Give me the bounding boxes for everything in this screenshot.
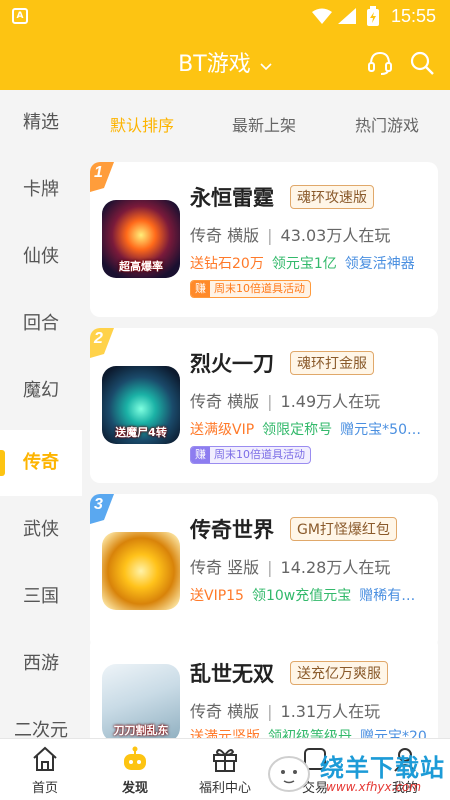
- sidebar-item-label: 魔幻: [23, 380, 59, 401]
- sidebar-item-label: 传奇: [23, 452, 59, 473]
- clock: 15:55: [390, 6, 436, 26]
- watermark-title: 绕羊下载站: [320, 754, 445, 782]
- sidebar-item-label: 西游: [23, 653, 59, 674]
- sidebar-item-label: 二次元: [14, 720, 68, 738]
- sidebar-item-label: 精选: [23, 112, 59, 133]
- game-name: 乱世无双: [190, 662, 274, 686]
- home-icon: [33, 746, 57, 771]
- search-icon[interactable]: [409, 50, 435, 76]
- game-thumbnail: 超高爆率: [102, 200, 180, 278]
- game-name: 永恒雷霆: [190, 186, 274, 210]
- game-card[interactable]: 2 送魔尸4转 烈火一刀 魂环打金服 传奇 横版 | 1.49万人在玩 送满级VIP…: [90, 328, 438, 483]
- game-thumbnail: [102, 532, 180, 610]
- game-info: 传奇 横版 | 43.03万人在玩: [190, 226, 391, 245]
- nav-welfare-center[interactable]: 福利中心: [180, 739, 270, 800]
- event-tag: 赚周末10倍道具活动: [190, 280, 311, 298]
- game-info: 传奇 横版 | 1.31万人在玩: [190, 702, 381, 721]
- status-bar: A 15:55: [0, 0, 450, 32]
- sidebar-item-label: 仙侠: [23, 246, 59, 267]
- sidebar-item-xiyou[interactable]: 西游: [0, 631, 82, 697]
- gift-icon: [213, 749, 237, 772]
- sidebar-item-kapai[interactable]: 卡牌: [0, 157, 82, 223]
- version-badge: 魂环打金服: [290, 351, 374, 375]
- active-indicator: [0, 450, 5, 476]
- perk-list: 送钻石20万 领元宝1亿 领复活神器: [190, 256, 415, 272]
- sidebar-item-mohuan[interactable]: 魔幻: [0, 358, 82, 424]
- nav-discover[interactable]: 发现: [90, 739, 180, 800]
- sidebar-item-label: 回合: [23, 313, 59, 334]
- event-tag: 赚周末10倍道具活动: [190, 446, 311, 464]
- discover-icon: [124, 746, 146, 770]
- nav-home[interactable]: 首页: [0, 739, 90, 800]
- perk-list: 送VIP15 领10w充值元宝 赠稀有…: [190, 588, 416, 604]
- tab-newest[interactable]: 最新上架: [232, 112, 296, 136]
- game-name: 传奇世界: [190, 518, 274, 542]
- watermark: 绕羊下载站 www.xfhyx.com: [262, 744, 450, 800]
- watermark-url: www.xfhyx.com: [326, 780, 422, 794]
- sidebar-item-wuxia[interactable]: 武侠: [0, 497, 82, 563]
- customer-service-icon[interactable]: [367, 50, 393, 76]
- battery-icon: [367, 6, 379, 26]
- sidebar-item-huihe[interactable]: 回合: [0, 291, 82, 357]
- sheep-logo-icon: [268, 756, 310, 792]
- game-card[interactable]: 1 超高爆率 永恒雷霆 魂环攻速版 传奇 横版 | 43.03万人在玩 送钻石20万…: [90, 162, 438, 317]
- wifi-icon: [312, 8, 332, 24]
- category-sidebar: 精选 卡牌 仙侠 回合 魔幻 传奇 武侠 三国 西游 二次元: [0, 90, 82, 738]
- tab-default-sort[interactable]: 默认排序: [110, 112, 174, 136]
- version-badge: 送充亿万爽服: [290, 661, 388, 685]
- sidebar-item-label: 卡牌: [23, 179, 59, 200]
- game-name: 烈火一刀: [190, 352, 274, 376]
- chevron-down-icon: [260, 62, 272, 70]
- rank-badge: 3: [90, 494, 120, 524]
- signal-icon: [338, 8, 356, 24]
- app-header: BT游戏: [0, 32, 450, 90]
- app-notification-icon: A: [12, 8, 28, 24]
- sort-tabs: 默认排序 最新上架 热门游戏: [82, 90, 450, 156]
- tab-hot-games[interactable]: 热门游戏: [355, 112, 419, 136]
- sidebar-item-jingxuan[interactable]: 精选: [0, 90, 82, 156]
- sidebar-item-xianxia[interactable]: 仙侠: [0, 224, 82, 290]
- game-info: 传奇 竖版 | 14.28万人在玩: [190, 558, 391, 577]
- rank-badge: 2: [90, 328, 120, 358]
- page-title: BT游戏: [178, 52, 251, 77]
- sidebar-item-label: 三国: [23, 586, 59, 607]
- rank-badge: 1: [90, 162, 120, 192]
- game-info: 传奇 横版 | 1.49万人在玩: [190, 392, 381, 411]
- version-badge: 魂环攻速版: [290, 185, 374, 209]
- game-thumbnail: 送魔尸4转: [102, 366, 180, 444]
- sidebar-item-label: 武侠: [23, 519, 59, 540]
- sidebar-item-chuanqi[interactable]: 传奇: [0, 430, 82, 496]
- sidebar-item-erciyuan[interactable]: 二次元: [0, 698, 82, 738]
- game-card[interactable]: 3 传奇世界 GM打怪爆红包 传奇 竖版 | 14.28万人在玩 送VIP15 领10…: [90, 494, 438, 649]
- perk-list: 送满级VIP 领限定称号 赠元宝*50…: [190, 422, 421, 438]
- game-thumbnail: 刀刀割乱东: [102, 664, 180, 742]
- version-badge: GM打怪爆红包: [290, 517, 397, 541]
- sidebar-item-sanguo[interactable]: 三国: [0, 564, 82, 630]
